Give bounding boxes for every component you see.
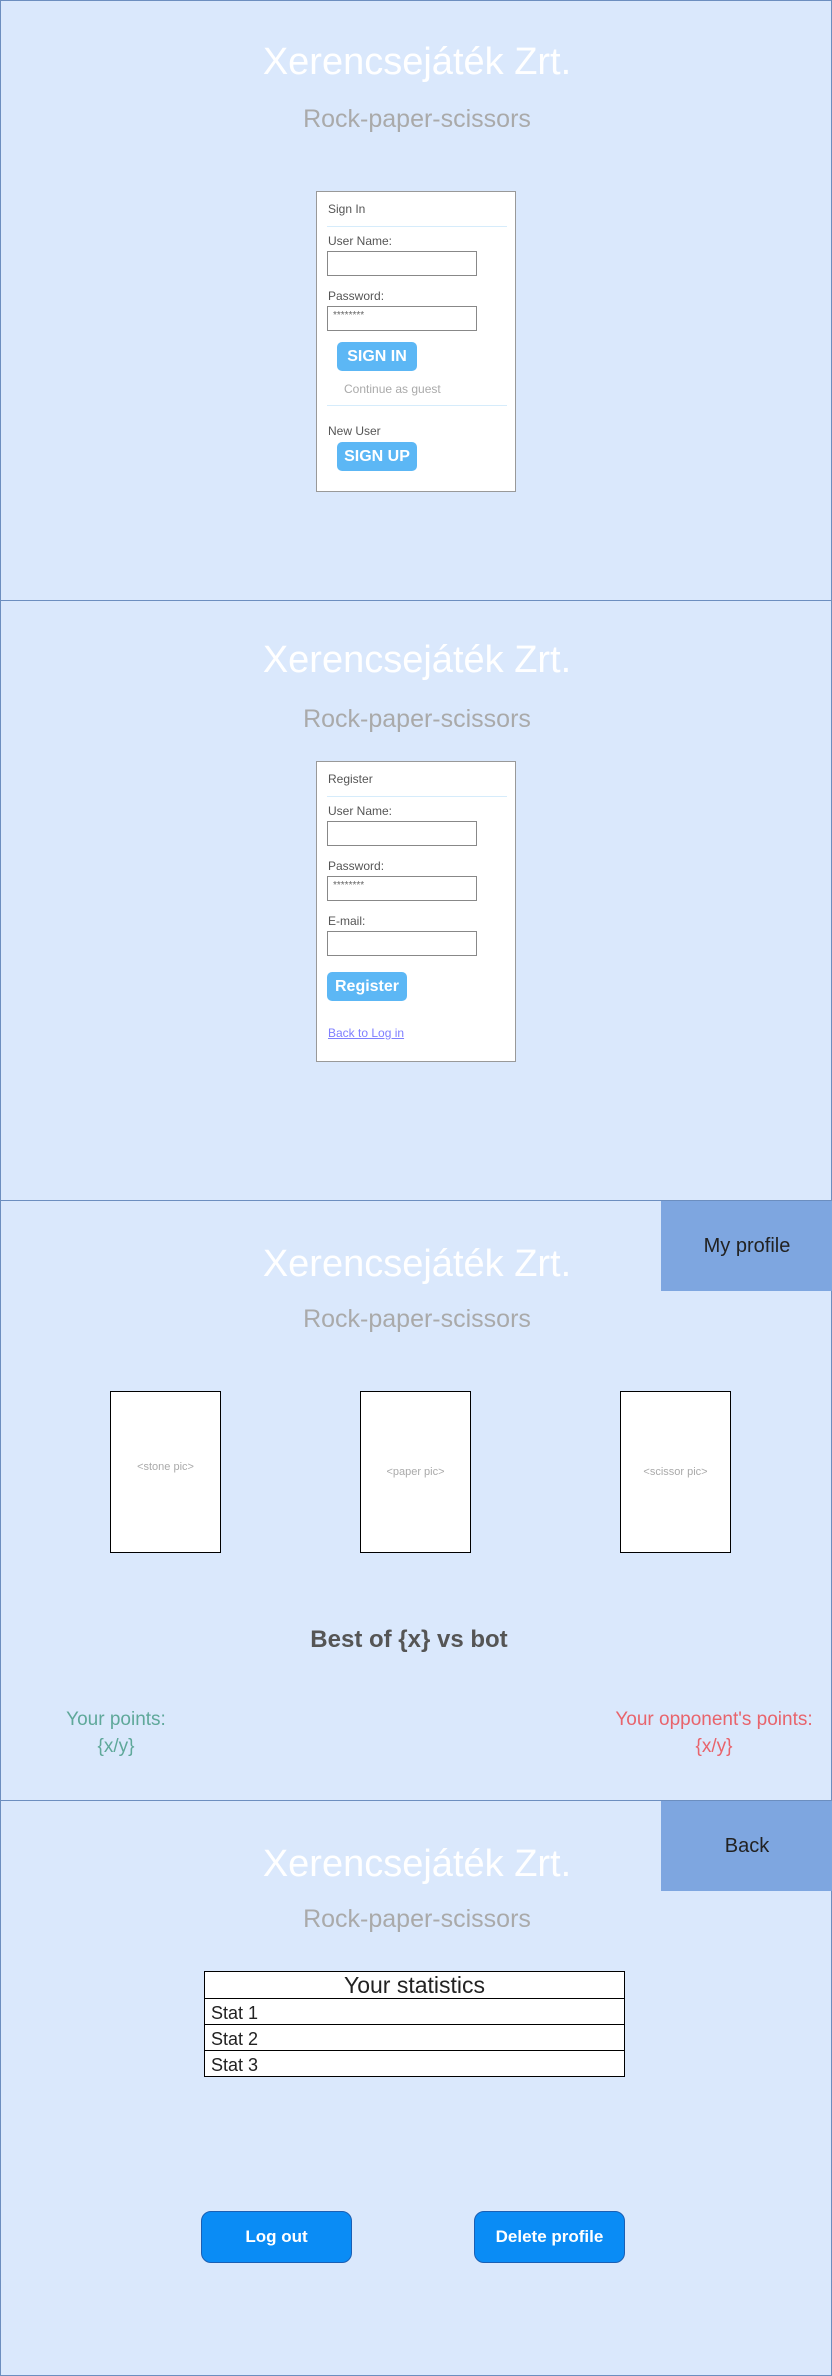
register-button[interactable]: Register: [327, 972, 407, 1001]
logout-button[interactable]: Log out: [201, 2211, 352, 2263]
email-label: E-mail:: [328, 914, 366, 928]
register-panel: Register User Name: Password: ******** E…: [316, 761, 516, 1062]
best-of-label: Best of {x} vs bot: [310, 1626, 508, 1653]
stat-row: Stat 3: [205, 2050, 624, 2076]
password-label: Password:: [328, 859, 385, 873]
statistics-table: Your statistics Stat 1 Stat 2 Stat 3: [204, 1971, 625, 2077]
signin-button[interactable]: SIGN IN: [337, 342, 417, 371]
username-label: User Name:: [328, 804, 393, 818]
password-input[interactable]: ********: [327, 306, 477, 331]
back-to-login-link[interactable]: Back to Log in: [328, 1026, 404, 1040]
register-title: Register: [328, 772, 373, 786]
paper-choice-card[interactable]: <paper pic>: [360, 1391, 471, 1553]
opponent-points-value: {x/y}: [695, 1736, 733, 1757]
profile-screen: Xerencsejáték Zrt. Rock-paper-scissors B…: [0, 1800, 832, 2376]
password-label: Password:: [328, 289, 385, 303]
stat-row: Stat 2: [205, 2024, 624, 2050]
your-points-value: {x/y}: [97, 1736, 135, 1757]
stone-choice-card[interactable]: <stone pic>: [110, 1391, 221, 1553]
username-label: User Name:: [328, 234, 393, 248]
game-screen: Xerencsejáték Zrt. Rock-paper-scissors M…: [0, 1200, 832, 1801]
app-subtitle: Rock-paper-scissors: [303, 1905, 531, 1933]
app-subtitle: Rock-paper-scissors: [303, 705, 531, 733]
email-input[interactable]: [327, 931, 477, 956]
my-profile-button[interactable]: My profile: [661, 1201, 832, 1291]
your-points: Your points: {x/y}: [31, 1706, 201, 1760]
username-input[interactable]: [327, 821, 477, 846]
opponent-points-label: Your opponent's points:: [615, 1709, 813, 1730]
divider: [327, 226, 507, 227]
app-subtitle: Rock-paper-scissors: [303, 105, 531, 133]
back-button[interactable]: Back: [661, 1801, 832, 1891]
your-points-label: Your points:: [66, 1709, 166, 1730]
divider: [327, 796, 507, 797]
signin-screen: Xerencsejáték Zrt. Rock-paper-scissors S…: [0, 0, 832, 601]
statistics-title: Your statistics: [343, 1972, 486, 1998]
app-title: Xerencsejáték Zrt.: [262, 639, 572, 681]
password-input[interactable]: ********: [327, 876, 477, 901]
app-subtitle: Rock-paper-scissors: [303, 1305, 531, 1333]
delete-profile-button[interactable]: Delete profile: [474, 2211, 625, 2263]
signin-panel: Sign In User Name: Password: ******** SI…: [316, 191, 516, 492]
scissor-choice-card[interactable]: <scissor pic>: [620, 1391, 731, 1553]
new-user-label: New User: [328, 424, 381, 438]
divider: [327, 405, 507, 406]
opponent-points: Your opponent's points: {x/y}: [601, 1706, 827, 1760]
continue-as-guest-link[interactable]: Continue as guest: [344, 382, 441, 396]
username-input[interactable]: [327, 251, 477, 276]
signup-button[interactable]: SIGN UP: [337, 442, 417, 471]
stat-row: Stat 1: [205, 1998, 624, 2024]
register-screen: Xerencsejáték Zrt. Rock-paper-scissors R…: [0, 600, 832, 1201]
signin-title: Sign In: [328, 202, 366, 216]
app-title: Xerencsejáték Zrt.: [262, 41, 572, 83]
